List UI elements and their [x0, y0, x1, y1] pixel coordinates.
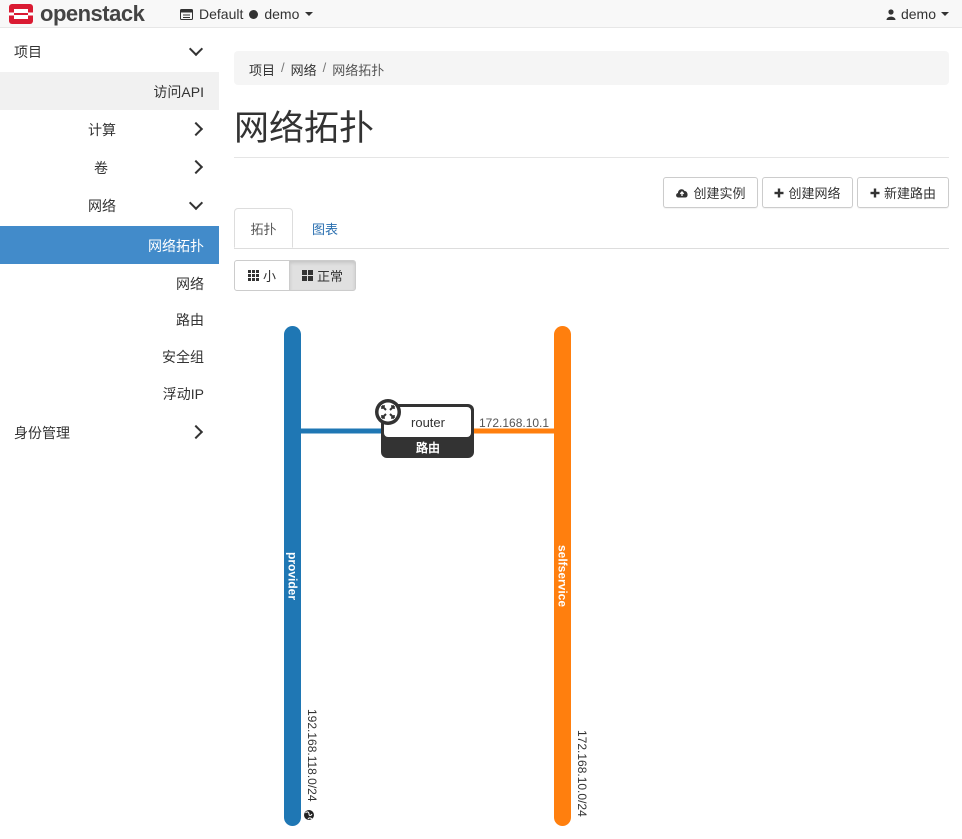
network-cidr-provider: 192.168.118.0/24: [305, 709, 319, 802]
topology-canvas: provider 192.168.118.0/24 selfservice 17…: [284, 326, 589, 826]
external-network-globe-icon: [304, 810, 314, 820]
router-name: router: [411, 415, 446, 430]
network-name-selfservice: selfservice: [556, 545, 570, 607]
network-provider[interactable]: provider 192.168.118.0/24: [284, 326, 319, 826]
network-cidr-selfservice: 172.168.10.0/24: [575, 730, 589, 817]
router-interface-ip: 172.168.10.1: [479, 416, 549, 430]
network-selfservice[interactable]: selfservice 172.168.10.0/24: [554, 326, 589, 826]
router-icon: [375, 399, 401, 425]
router-type-label: 路由: [416, 440, 440, 455]
router-node[interactable]: router 路由 172.168.10.1: [375, 399, 549, 458]
network-name-provider: provider: [286, 552, 300, 600]
